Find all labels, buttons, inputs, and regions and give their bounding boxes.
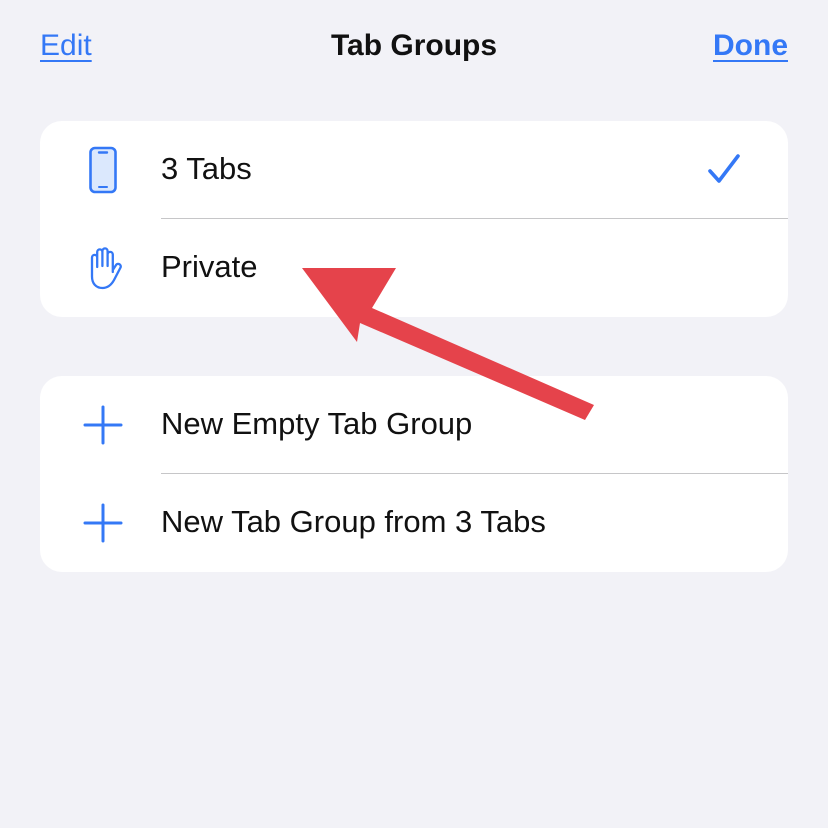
tab-group-row-private[interactable]: Private: [40, 219, 788, 317]
action-label: New Empty Tab Group: [161, 406, 473, 441]
tab-group-label: 3 Tabs: [161, 151, 252, 186]
hand-raised-icon: [90, 247, 122, 290]
tab-group-row-3-tabs[interactable]: 3 Tabs: [40, 121, 788, 219]
plus-icon: [83, 405, 123, 445]
iphone-icon: [89, 146, 117, 194]
new-tab-group-from-tabs-button[interactable]: New Tab Group from 3 Tabs: [40, 474, 788, 572]
new-empty-tab-group-button[interactable]: New Empty Tab Group: [40, 376, 788, 474]
plus-icon: [83, 503, 123, 543]
tab-group-label: Private: [161, 249, 258, 284]
navigation-bar: Edit Tab Groups Done: [0, 0, 828, 92]
tab-groups-list: 3 Tabs Private: [40, 121, 788, 317]
done-button[interactable]: Done: [713, 26, 788, 66]
page-title: Tab Groups: [330, 29, 498, 62]
checkmark-icon: [708, 154, 740, 183]
new-tab-group-actions: New Empty Tab Group New Tab Group from 3…: [40, 376, 788, 572]
action-label: New Tab Group from 3 Tabs: [161, 504, 546, 539]
